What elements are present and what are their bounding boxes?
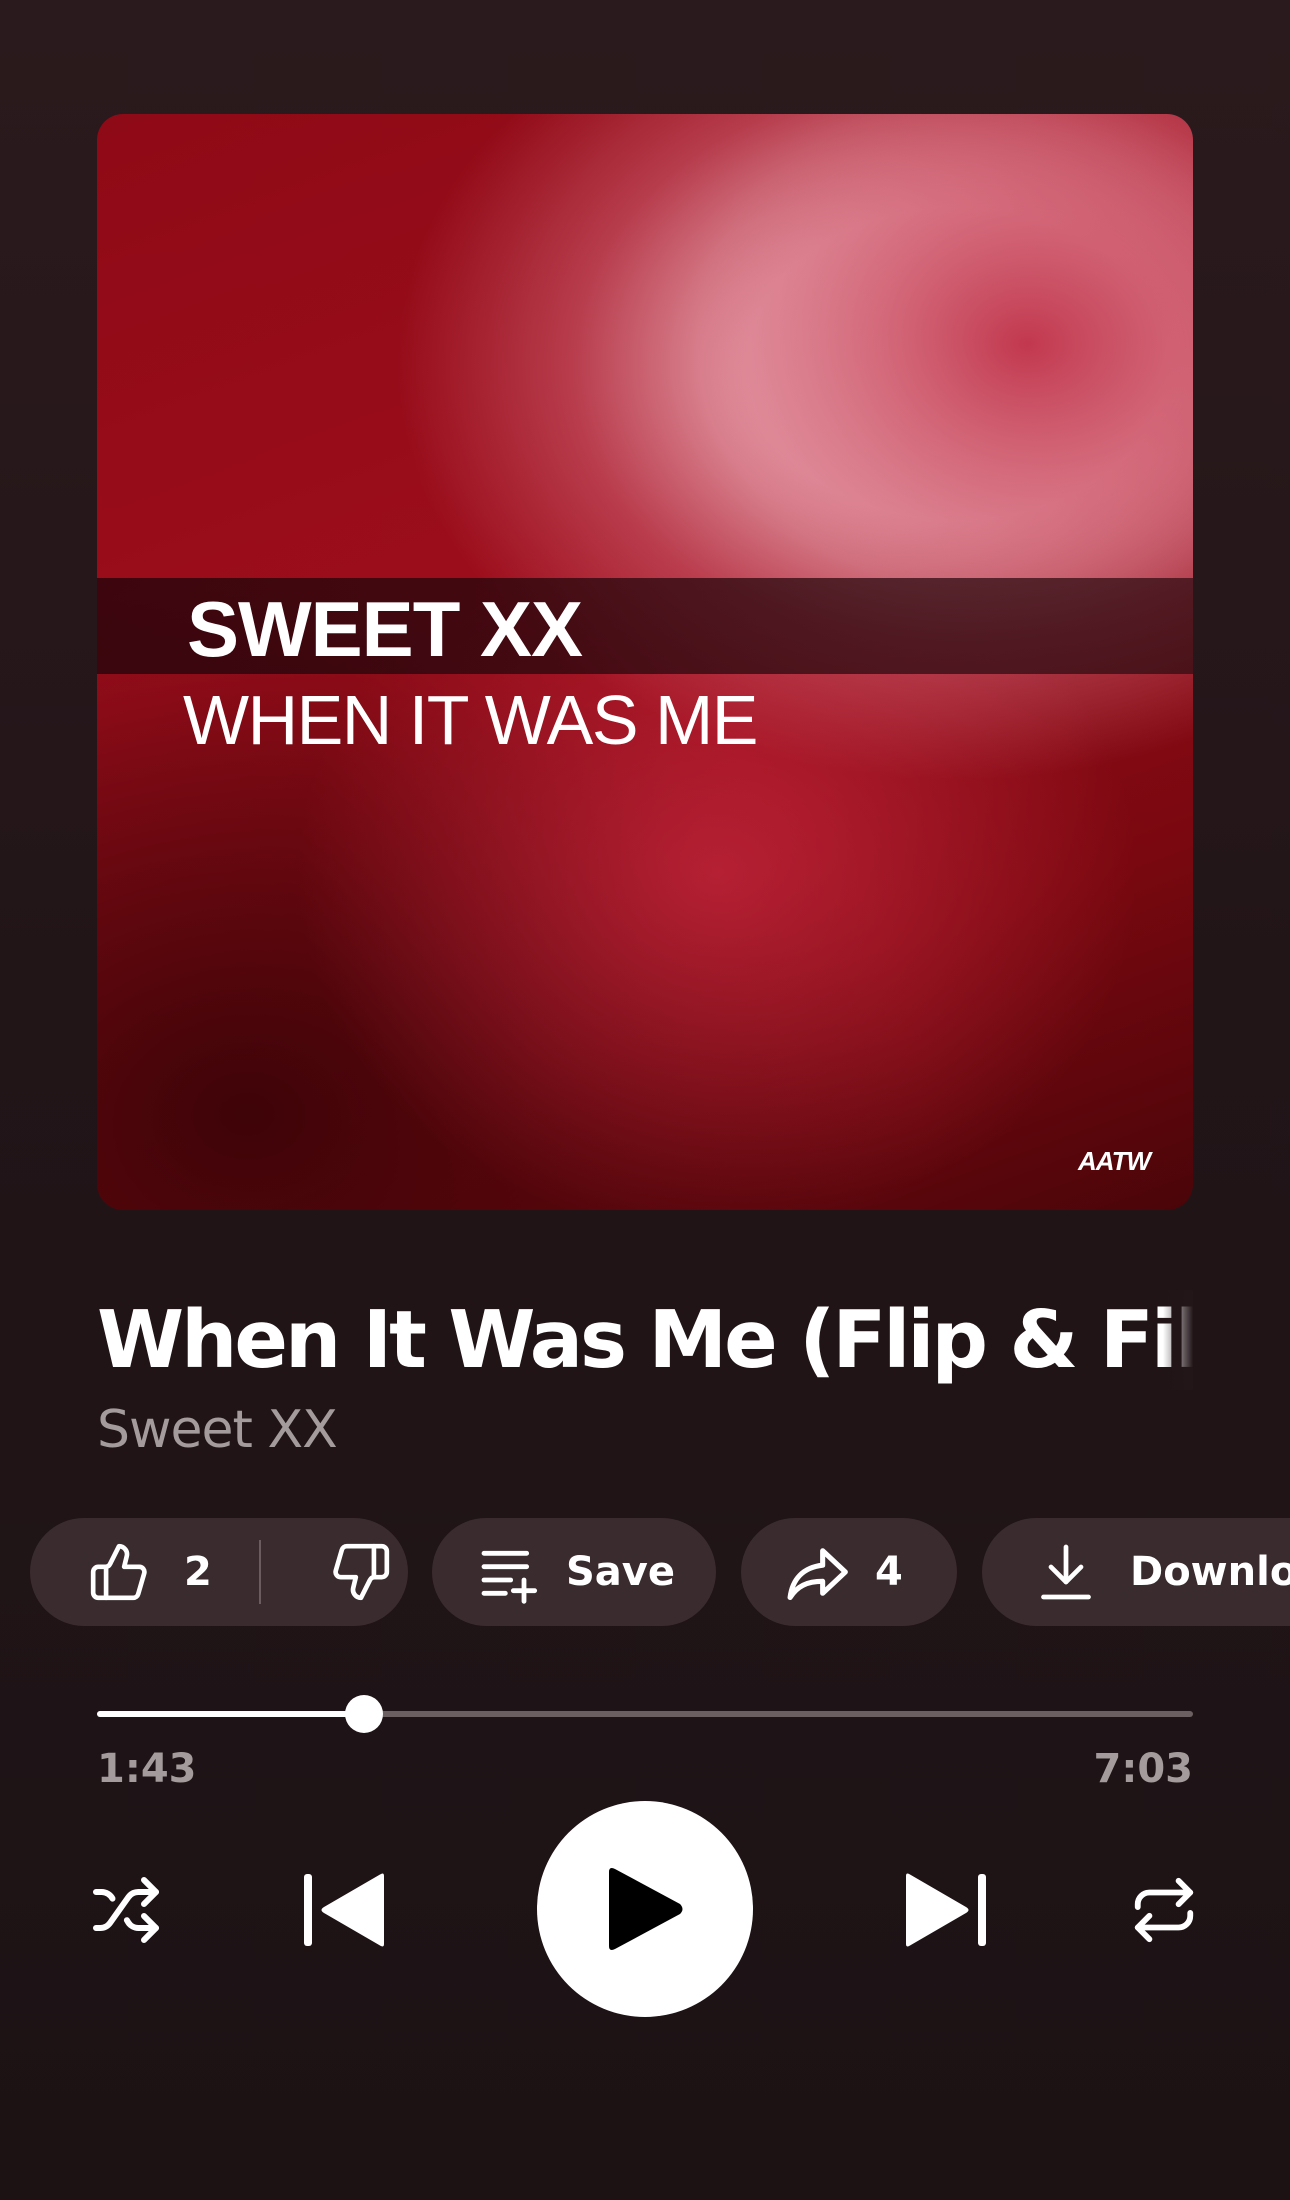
current-time: 1:43 — [97, 1746, 197, 1792]
dislike-button[interactable] — [262, 1518, 408, 1626]
like-divider — [259, 1540, 261, 1604]
album-artwork-title-text: WHEN IT WAS ME — [183, 681, 759, 759]
save-button[interactable]: Save — [432, 1518, 716, 1626]
total-time: 7:03 — [1093, 1746, 1194, 1792]
progress-fill — [97, 1711, 365, 1717]
download-button[interactable]: Download — [982, 1518, 1290, 1626]
progress-slider[interactable] — [97, 1695, 1193, 1733]
playlist-add-icon — [476, 1540, 540, 1604]
share-button[interactable]: 4 — [741, 1518, 957, 1626]
like-count: 2 — [184, 1549, 212, 1595]
download-icon — [1036, 1542, 1096, 1602]
thumbs-up-icon — [88, 1541, 150, 1603]
play-icon — [605, 1866, 685, 1952]
thumbs-down-icon — [330, 1541, 392, 1603]
download-label: Download — [1130, 1549, 1290, 1595]
album-artwork: SWEET XX WHEN IT WAS ME AATW — [97, 114, 1193, 1210]
track-artist[interactable]: Sweet XX — [97, 1400, 338, 1460]
previous-button[interactable] — [297, 1865, 397, 1955]
shuffle-button[interactable] — [86, 1870, 166, 1950]
track-title: When It Was Me (Flip & Fill — [97, 1294, 1193, 1386]
repeat-button[interactable] — [1124, 1870, 1204, 1950]
share-count: 4 — [875, 1549, 903, 1595]
skip-next-icon — [900, 1872, 986, 1948]
share-arrow-icon — [783, 1538, 851, 1606]
next-button[interactable] — [893, 1865, 993, 1955]
like-dislike-pill: 2 — [30, 1518, 408, 1626]
record-label-logo: AATW — [1078, 1146, 1151, 1176]
save-label: Save — [566, 1549, 676, 1595]
repeat-icon — [1129, 1875, 1199, 1945]
album-artwork-artist-text: SWEET XX — [187, 585, 583, 673]
like-button[interactable]: 2 — [30, 1518, 258, 1626]
play-button[interactable] — [537, 1801, 753, 2017]
track-title-container: When It Was Me (Flip & Fill — [97, 1290, 1193, 1390]
shuffle-icon — [90, 1874, 162, 1946]
skip-previous-icon — [304, 1872, 390, 1948]
progress-thumb[interactable] — [345, 1695, 384, 1733]
action-row: 2 Save 4 Downlo — [0, 1518, 1290, 1628]
track-title-fade — [1163, 1290, 1193, 1390]
